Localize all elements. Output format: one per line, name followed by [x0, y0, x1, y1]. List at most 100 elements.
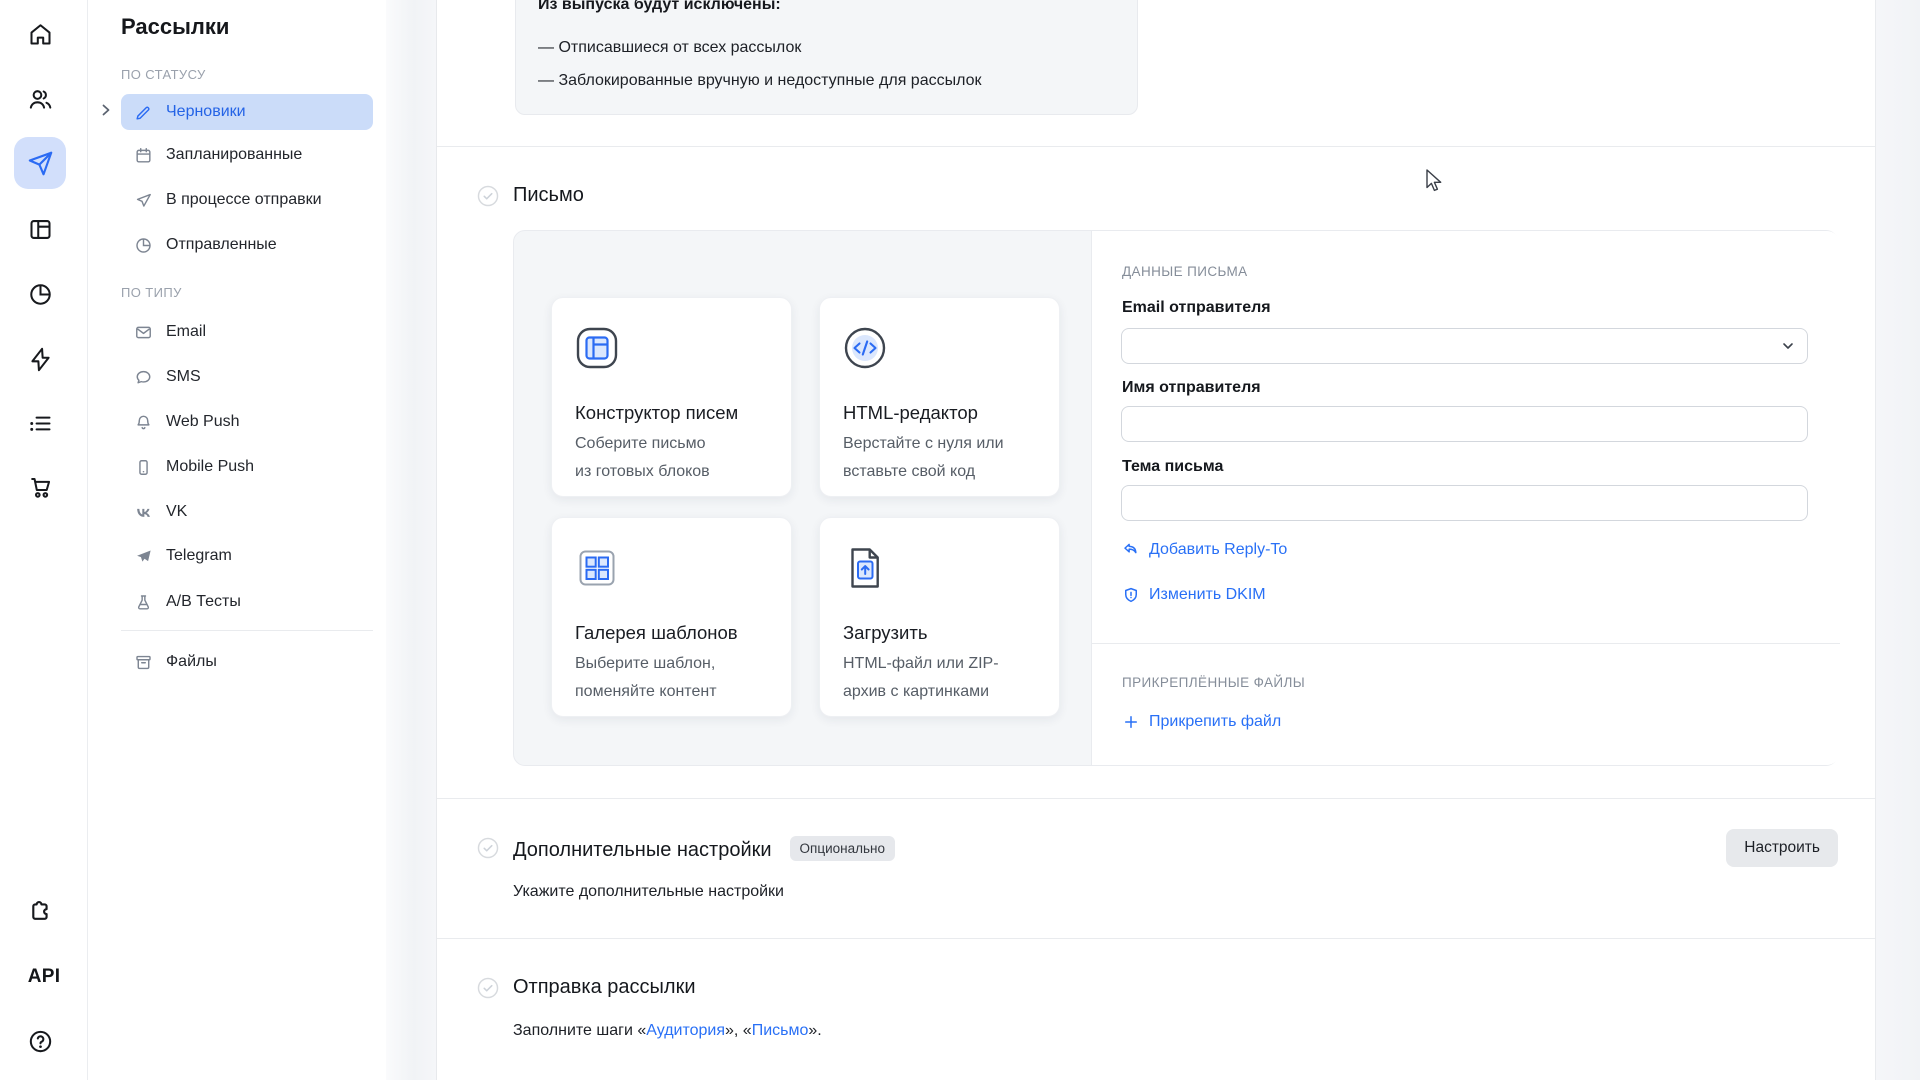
- edit-dkim-label: Изменить DKIM: [1149, 586, 1266, 604]
- sidebar-item-sending[interactable]: В процессе отправки: [121, 182, 373, 218]
- sidebar-item-label: VK: [166, 503, 187, 521]
- add-reply-to-label: Добавить Reply-To: [1149, 541, 1287, 559]
- exclusions-title: Из выпуска будут исключены:: [538, 0, 781, 14]
- plus-icon: [1122, 713, 1140, 731]
- section-divider: [437, 146, 1875, 147]
- shield-icon: [1122, 586, 1140, 604]
- sidebar-item-label: Отправленные: [166, 236, 277, 254]
- sidebar-item-files[interactable]: Файлы: [121, 644, 373, 680]
- send-section-hint: Заполните шаги «Аудитория», «Письмо».: [513, 1022, 822, 1040]
- letter-card: Конструктор писем Соберите письмо из гот…: [513, 230, 1838, 766]
- add-reply-to-link[interactable]: Добавить Reply-To: [1122, 541, 1287, 559]
- right-scroll-gutter[interactable]: [1875, 0, 1920, 1080]
- tile-html-editor[interactable]: HTML-редактор Верстайте с нуля или встав…: [819, 297, 1060, 497]
- sidebar-item-label: Файлы: [166, 653, 217, 671]
- collapse-chevron-icon[interactable]: [98, 102, 114, 118]
- sidebar-item-mobile-push[interactable]: Mobile Push: [121, 449, 373, 485]
- api-nav[interactable]: API: [0, 966, 88, 988]
- tile-upload[interactable]: Загрузить HTML-файл или ZIP- архив с кар…: [819, 517, 1060, 717]
- sidebar-item-scheduled[interactable]: Запланированные: [121, 137, 373, 173]
- tile-email-builder[interactable]: Конструктор писем Соберите письмо из гот…: [551, 297, 792, 497]
- puzzle-icon[interactable]: [14, 884, 66, 936]
- sidebar-item-label: A/B Тесты: [166, 593, 241, 611]
- send-icon[interactable]: [14, 137, 66, 189]
- subject-input[interactable]: [1121, 485, 1808, 521]
- hint-suffix: ».: [808, 1022, 821, 1039]
- builder-icon: [573, 324, 621, 372]
- main-content: Из выпуска будут исключены: — Отписавшие…: [437, 0, 1875, 1080]
- tile-desc: Соберите письмо из готовых блоков: [575, 430, 710, 485]
- sidebar-section-type: ПО ТИПУ: [121, 285, 182, 300]
- letter-step-link[interactable]: Письмо: [752, 1022, 809, 1039]
- sidebar-item-email[interactable]: Email: [121, 314, 373, 350]
- vk-icon: [134, 503, 153, 522]
- step-check-icon: [477, 837, 499, 859]
- sender-name-input[interactable]: [1121, 406, 1808, 442]
- sender-email-label: Email отправителя: [1122, 299, 1271, 317]
- code-icon: [841, 324, 889, 372]
- chat-icon: [134, 368, 153, 387]
- audience-step-link[interactable]: Аудитория: [646, 1022, 725, 1039]
- exclusions-card: Из выпуска будут исключены: — Отписавшие…: [515, 0, 1138, 115]
- sidebar-item-drafts[interactable]: Черновики: [121, 94, 373, 130]
- letter-section-title: Письмо: [513, 184, 584, 207]
- extra-settings-subtitle: Укажите дополнительные настройки: [513, 883, 784, 901]
- sidebar-item-label: Telegram: [166, 547, 232, 565]
- pie-chart-icon[interactable]: [14, 268, 66, 320]
- tile-title: HTML-редактор: [843, 402, 978, 424]
- reply-icon: [1122, 541, 1140, 559]
- cart-icon[interactable]: [14, 461, 66, 513]
- help-icon[interactable]: [14, 1015, 66, 1067]
- tile-title: Галерея шаблонов: [575, 622, 738, 644]
- zap-icon[interactable]: [14, 333, 66, 385]
- exclusion-item: — Отписавшиеся от всех рассылок: [538, 39, 801, 57]
- tile-desc: Выберите шаблон, поменяйте контент: [575, 650, 717, 705]
- pencil-icon: [134, 103, 153, 122]
- templates-grid-icon: [573, 544, 621, 592]
- sidebar-item-web-push[interactable]: Web Push: [121, 404, 373, 440]
- section-divider: [437, 798, 1875, 799]
- sidebar-item-vk[interactable]: VK: [121, 494, 373, 530]
- letter-data-panel: ДАННЫЕ ПИСЬМА Email отправителя Имя отпр…: [1091, 231, 1839, 765]
- sidebar-item-label: Черновики: [166, 103, 246, 121]
- attach-file-link[interactable]: Прикрепить файл: [1122, 713, 1281, 731]
- sidebar-item-telegram[interactable]: Telegram: [121, 538, 373, 574]
- envelope-icon: [134, 323, 153, 342]
- home-icon[interactable]: [14, 8, 66, 60]
- icon-rail: API: [0, 0, 88, 1080]
- app-window: API Рассылки ПО СТАТУСУ Черновики Заплан…: [0, 0, 1920, 1080]
- configure-button[interactable]: Настроить: [1726, 829, 1838, 867]
- tile-title: Загрузить: [843, 622, 927, 644]
- sidebar-item-ab-tests[interactable]: A/B Тесты: [121, 584, 373, 620]
- sender-email-select[interactable]: [1121, 328, 1808, 364]
- sidebar-section-status: ПО СТАТУСУ: [121, 67, 206, 82]
- edit-dkim-link[interactable]: Изменить DKIM: [1122, 586, 1266, 604]
- flask-icon: [134, 593, 153, 612]
- sidebar-item-label: В процессе отправки: [166, 191, 322, 209]
- subject-label: Тема письма: [1122, 458, 1223, 476]
- hint-mid: », «: [725, 1022, 752, 1039]
- list-icon[interactable]: [14, 397, 66, 449]
- sidebar-item-sent[interactable]: Отправленные: [121, 227, 373, 263]
- calendar-icon: [134, 146, 153, 165]
- smartphone-icon: [134, 458, 153, 477]
- extra-settings-title-text: Дополнительные настройки: [513, 839, 772, 861]
- pie-icon: [134, 236, 153, 255]
- optional-badge: Опционально: [790, 836, 895, 861]
- sidebar-divider: [121, 630, 373, 631]
- tile-desc: HTML-файл или ZIP- архив с картинками: [843, 650, 999, 705]
- sidebar-item-sms[interactable]: SMS: [121, 359, 373, 395]
- panel-divider: [1092, 643, 1840, 644]
- users-icon[interactable]: [14, 73, 66, 125]
- layout-icon[interactable]: [14, 203, 66, 255]
- extra-settings-title: Дополнительные настройки Опционально: [513, 836, 895, 862]
- page-title: Рассылки: [121, 14, 229, 40]
- step-check-icon: [477, 185, 499, 207]
- tile-template-gallery[interactable]: Галерея шаблонов Выберите шаблон, поменя…: [551, 517, 792, 717]
- tile-desc: Верстайте с нуля или вставьте свой код: [843, 430, 1004, 485]
- sidebar-item-label: Web Push: [166, 413, 240, 431]
- sidebar-main-gutter: [386, 0, 437, 1080]
- attach-file-label: Прикрепить файл: [1149, 713, 1281, 731]
- sidebar-item-label: SMS: [166, 368, 201, 386]
- exclusion-item: — Заблокированные вручную и недоступные …: [538, 72, 982, 90]
